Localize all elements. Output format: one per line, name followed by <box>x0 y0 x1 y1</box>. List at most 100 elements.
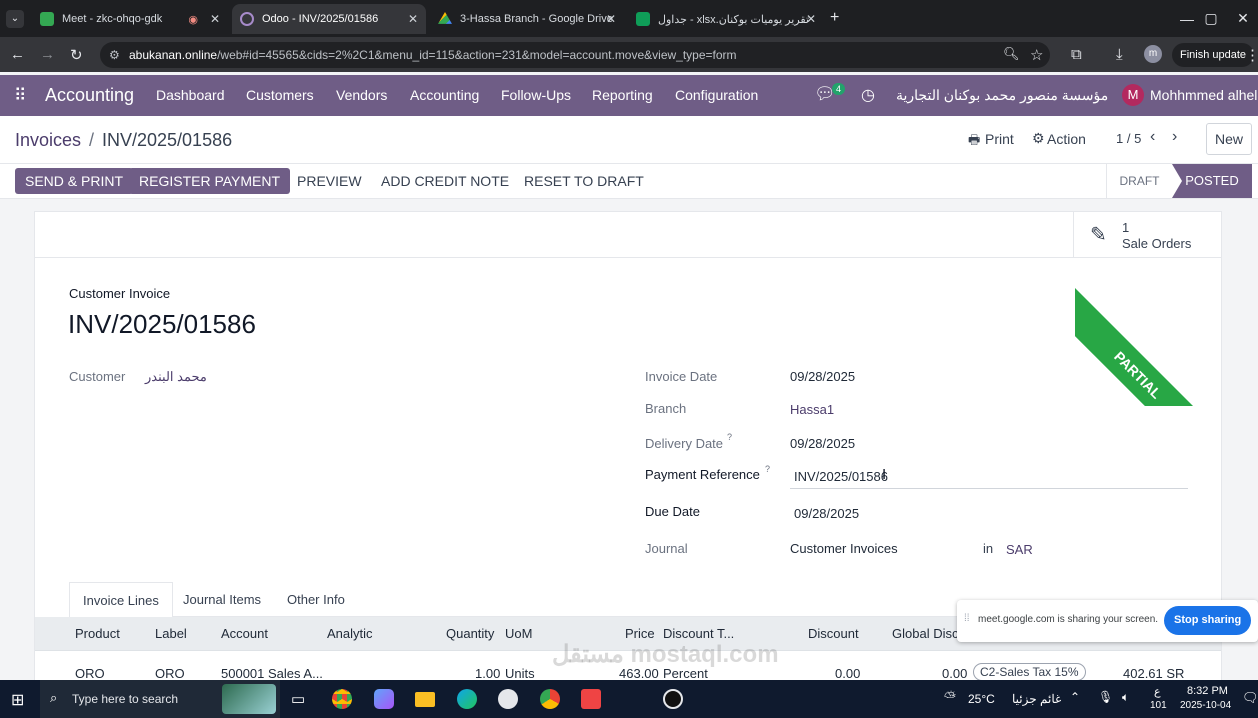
notifications-icon[interactable]: 🗨︎ <box>1242 690 1258 706</box>
menu-customers[interactable]: Customers <box>246 87 314 103</box>
tab-journal-items[interactable]: Journal Items <box>183 592 261 607</box>
taskbar-search-field[interactable]: ⌕ Type here to search <box>40 680 280 718</box>
user-avatar[interactable]: M <box>1122 84 1144 106</box>
col-product[interactable]: Product <box>75 626 120 641</box>
cell-account[interactable]: 500001 Sales A... <box>221 666 323 680</box>
forward-icon[interactable]: → <box>40 46 55 63</box>
cell-global-discount[interactable]: 0.00 <box>942 666 967 680</box>
tab-other-info[interactable]: Other Info <box>287 592 345 607</box>
drag-handle-icon[interactable]: ⁞⁞ <box>964 613 970 624</box>
browser-tab-drive[interactable]: 3-Hassa Branch - Google Drive ✕ <box>430 4 624 34</box>
col-global-discount[interactable]: Global Disco <box>892 626 966 641</box>
close-tab-icon[interactable]: ✕ <box>408 12 418 26</box>
sale-orders-smart-button[interactable]: ✎ 1 Sale Orders <box>1073 212 1221 258</box>
cell-product[interactable]: ORO <box>75 666 105 680</box>
cell-discount[interactable]: 0.00 <box>835 666 860 680</box>
volume-icon[interactable]: 🔈︎ <box>1122 690 1129 705</box>
branch-field[interactable]: Hassa1 <box>790 402 834 417</box>
delivery-date-field[interactable]: 09/28/2025 <box>790 436 855 451</box>
url-field[interactable]: ⚙ abukanan.online/web#id=45565&cids=2%2C… <box>100 42 1050 68</box>
stage-draft[interactable]: DRAFT <box>1106 164 1172 198</box>
back-icon[interactable]: ← <box>10 46 25 63</box>
apps-grid-icon[interactable]: ⠿ <box>14 86 26 106</box>
close-tab-icon[interactable]: ✕ <box>806 12 816 26</box>
reload-icon[interactable]: ↻ <box>70 46 83 64</box>
pager-value[interactable]: 1 / 5 <box>1116 131 1141 146</box>
print-icon[interactable]: 🖶︎ <box>968 131 980 153</box>
video-app-icon[interactable] <box>374 689 394 709</box>
menu-reporting[interactable]: Reporting <box>592 87 653 103</box>
weather-text[interactable]: غائم جزئيا <box>1012 692 1061 706</box>
microphone-icon[interactable]: 🎙︎ <box>1098 690 1113 704</box>
download-icon[interactable]: ⤓ <box>1116 46 1123 63</box>
browser-tab-sheets[interactable]: تقرير يوميات بوكنان.xlsx - جداول ✕ <box>628 4 824 34</box>
weather-icon[interactable]: ⛅︎ <box>944 689 956 706</box>
stage-posted[interactable]: POSTED <box>1172 164 1252 198</box>
bookmark-star-icon[interactable]: ☆ <box>1030 46 1043 64</box>
input-language[interactable]: ع <box>1154 685 1161 698</box>
customer-field[interactable]: محمد البندر <box>145 369 207 385</box>
col-analytic[interactable]: Analytic <box>327 626 373 641</box>
col-discount-type[interactable]: Discount T... <box>663 626 734 641</box>
menu-vendors[interactable]: Vendors <box>336 87 387 103</box>
menu-accounting[interactable]: Accounting <box>410 87 479 103</box>
close-tab-icon[interactable]: ✕ <box>210 12 220 26</box>
anydesk-icon[interactable] <box>581 689 601 709</box>
cell-tax-badge[interactable]: C2-Sales Tax 15% <box>973 663 1086 680</box>
chevron-up-icon[interactable]: ⌃ <box>1070 690 1080 704</box>
app-title[interactable]: Accounting <box>45 85 134 106</box>
print-button[interactable]: Print <box>985 131 1014 147</box>
whatsapp-icon[interactable] <box>498 689 518 709</box>
chrome-icon[interactable] <box>332 689 352 709</box>
action-button[interactable]: Action <box>1047 131 1086 147</box>
cell-quantity[interactable]: 1.00 <box>475 666 500 680</box>
menu-follow-ups[interactable]: Follow-Ups <box>501 87 571 103</box>
col-discount[interactable]: Discount <box>808 626 859 641</box>
maximize-icon[interactable]: ▢ <box>1190 0 1232 37</box>
cell-subtotal[interactable]: 402.61 SR <box>1123 666 1184 680</box>
pager-next-icon[interactable]: › <box>1172 128 1177 146</box>
site-info-icon[interactable]: ⚙ <box>109 42 120 68</box>
file-explorer-icon[interactable] <box>415 692 435 707</box>
reset-to-draft-button[interactable]: RESET TO DRAFT <box>524 173 644 189</box>
extensions-icon[interactable]: ⧉ <box>1071 46 1082 63</box>
col-account[interactable]: Account <box>221 626 268 641</box>
finish-update-button[interactable]: Finish update <box>1172 43 1255 67</box>
company-switcher[interactable]: مؤسسة منصور محمد بوكنان التجارية <box>896 87 1108 104</box>
col-uom[interactable]: UoM <box>505 626 532 641</box>
activity-clock-icon[interactable]: ◷ <box>861 85 875 105</box>
menu-configuration[interactable]: Configuration <box>675 87 758 103</box>
close-window-icon[interactable]: ✕ <box>1228 0 1258 37</box>
tab-invoice-lines[interactable]: Invoice Lines <box>69 582 173 618</box>
obs-icon[interactable] <box>663 689 683 709</box>
stop-sharing-button[interactable]: Stop sharing <box>1164 606 1252 635</box>
cell-uom[interactable]: Units <box>505 666 535 680</box>
new-tab-icon[interactable]: + <box>830 9 839 27</box>
edge-icon[interactable] <box>457 689 477 709</box>
tab-search-icon[interactable]: ⌄ <box>6 10 24 28</box>
add-credit-note-button[interactable]: ADD CREDIT NOTE <box>381 173 509 189</box>
col-label[interactable]: Label <box>155 626 187 641</box>
col-quantity[interactable]: Quantity <box>446 626 494 641</box>
menu-dashboard[interactable]: Dashboard <box>156 87 225 103</box>
cell-label[interactable]: ORO <box>155 666 185 680</box>
task-view-icon[interactable]: ▭ <box>291 690 305 708</box>
clock-date[interactable]: 2025-10-04 <box>1180 700 1231 711</box>
profile-avatar[interactable]: m <box>1144 45 1162 63</box>
weather-temp[interactable]: 25°C <box>968 692 995 706</box>
payment-reference-input[interactable]: INV/2025/01586 <box>794 469 888 484</box>
zoom-icon[interactable]: 🔍︎ <box>1003 46 1020 62</box>
close-tab-icon[interactable]: ✕ <box>606 12 616 26</box>
preview-button[interactable]: PREVIEW <box>297 173 362 189</box>
currency-field[interactable]: SAR <box>1006 542 1033 557</box>
col-price[interactable]: Price <box>625 626 655 641</box>
register-payment-button[interactable]: REGISTER PAYMENT <box>129 168 291 194</box>
clock-time[interactable]: 8:32 PM <box>1187 685 1228 697</box>
chrome-active-icon[interactable] <box>540 689 560 709</box>
due-date-field[interactable]: 09/28/2025 <box>794 506 859 521</box>
pager-prev-icon[interactable]: ‹ <box>1150 128 1155 146</box>
send-print-button[interactable]: SEND & PRINT <box>15 168 134 194</box>
menu-kebab-icon[interactable]: ⋮ <box>1245 46 1258 64</box>
user-name[interactable]: Mohhmmed alhelaly <box>1150 87 1258 103</box>
browser-tab-meet[interactable]: Meet - zkc-ohqo-gdk ◉ ✕ <box>32 4 228 34</box>
